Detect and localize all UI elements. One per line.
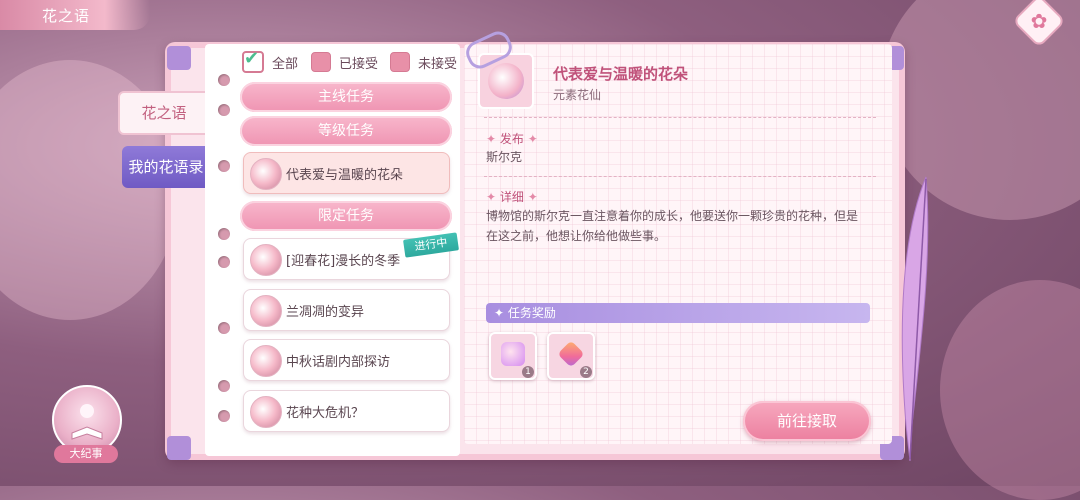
task-label: 花种大危机？	[286, 406, 365, 421]
page-title: 花之语	[42, 7, 91, 25]
binder-ring	[218, 410, 230, 422]
reward-header: ✦ 任务奖励	[486, 303, 870, 323]
quest-avatar-icon	[250, 295, 282, 327]
reward-count: 1	[522, 366, 534, 378]
top-bar: 花之语 ✿	[0, 0, 1080, 48]
book-corner	[167, 436, 191, 460]
filter-accepted[interactable]: 已接受	[311, 50, 378, 74]
sparkle-icon: ✦	[486, 190, 497, 204]
reward-item[interactable]: 1	[489, 332, 537, 380]
filter-not-accepted[interactable]: 未接受	[390, 50, 457, 74]
reward-count: 2	[580, 366, 592, 378]
quest-subtitle: 元素花仙	[553, 88, 602, 102]
flower-close-icon: ✿	[1030, 9, 1048, 33]
big-event-label: 大纪事	[54, 445, 118, 463]
filter-all-label: 全部	[272, 56, 299, 72]
quest-avatar-icon	[250, 244, 282, 276]
binder-ring	[218, 322, 230, 334]
sparkle-icon: ✦	[494, 306, 505, 320]
binder-ring	[218, 228, 230, 240]
task-label: 代表爱与温暖的花朵	[286, 168, 404, 183]
filter-all[interactable]: 全部	[242, 48, 299, 74]
filter-not-accepted-label: 未接受	[418, 56, 458, 72]
sparkle-heart-item-icon	[501, 342, 525, 366]
task-label: [迎春花]漫长的冬季	[286, 254, 401, 269]
task-item-selected[interactable]: 代表爱与温暖的花朵	[243, 152, 450, 194]
quest-description: 博物馆的斯尔克一直注意着你的成长，他要送你一颗珍贵的花种，但是在这之前，他想让你…	[486, 209, 859, 243]
sparkle-icon: ✦	[527, 190, 538, 204]
category-limited-quests[interactable]: 限定任务	[240, 201, 452, 231]
checkbox-icon	[311, 52, 331, 72]
book-corner	[167, 46, 191, 70]
sparkle-icon: ✦	[486, 132, 497, 146]
task-item[interactable]: 中秋话剧内部探访	[243, 339, 450, 381]
reward-item[interactable]: 2	[547, 332, 595, 380]
binder-ring	[218, 74, 230, 86]
binder-ring	[218, 104, 230, 116]
detail-heading: ✦ 详细 ✦	[486, 190, 538, 204]
task-label: 中秋话剧内部探访	[286, 355, 391, 370]
divider	[484, 117, 876, 118]
divider	[484, 176, 876, 177]
task-item[interactable]: 花种大危机？	[243, 390, 450, 432]
binder-ring	[218, 256, 230, 268]
feather-quill-icon	[901, 176, 929, 462]
filter-accepted-label: 已接受	[339, 56, 379, 72]
quest-avatar-icon	[250, 345, 282, 377]
category-main-quests[interactable]: 主线任务	[240, 82, 452, 112]
quest-avatar-icon	[250, 158, 282, 190]
task-item[interactable]: 兰凋凋的变异	[243, 289, 450, 331]
binder-ring	[218, 160, 230, 172]
task-label: 兰凋凋的变异	[286, 305, 365, 320]
crystal-item-icon	[557, 340, 585, 368]
category-level-quests[interactable]: 等级任务	[240, 116, 452, 146]
checkbox-icon	[390, 52, 410, 72]
quest-title: 代表爱与温暖的花朵	[553, 65, 689, 83]
publish-heading: ✦ 发布 ✦	[486, 132, 538, 146]
quest-avatar-icon	[250, 396, 282, 428]
tab-my-flower-records[interactable]: 我的花语录	[122, 146, 210, 188]
checkbox-checked-icon	[242, 48, 264, 73]
background-petal	[940, 280, 1080, 500]
sparkle-icon: ✦	[527, 132, 538, 146]
title-tab: 花之语	[0, 0, 150, 30]
binder-ring	[218, 380, 230, 392]
accept-quest-button[interactable]: 前往接取	[743, 401, 871, 441]
tab-flower-language[interactable]: 花之语	[118, 91, 210, 135]
fairy-book-icon	[71, 404, 103, 440]
publisher-name: 斯尔克	[486, 150, 523, 164]
